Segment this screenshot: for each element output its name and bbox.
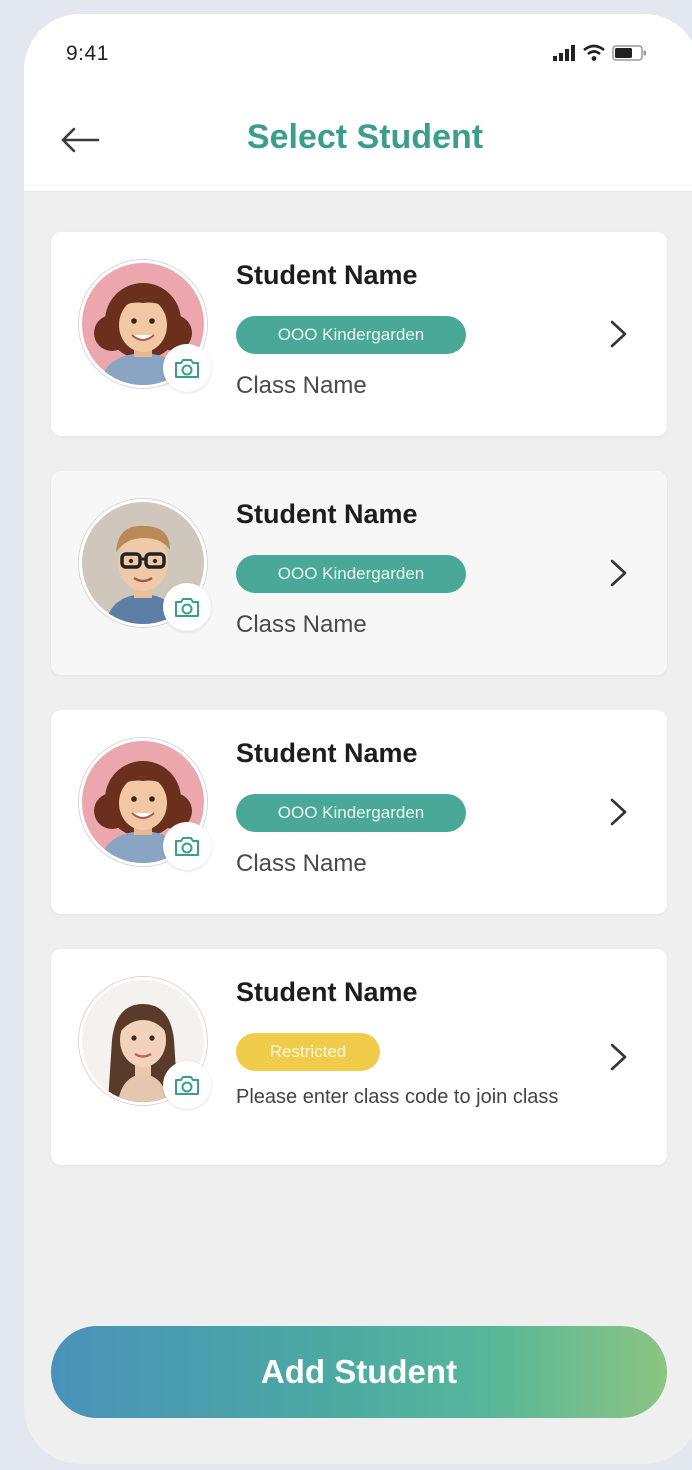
class-name: Class Name bbox=[236, 372, 367, 399]
change-photo-button[interactable] bbox=[163, 344, 211, 392]
camera-icon bbox=[175, 598, 199, 617]
battery-icon bbox=[612, 45, 646, 61]
wifi-icon bbox=[583, 44, 605, 61]
school-badge: OOO Kindergarden bbox=[236, 794, 466, 832]
signal-icon bbox=[553, 45, 575, 61]
student-card[interactable]: Student Name OOO Kindergarden Class Name bbox=[51, 232, 667, 436]
status-icons bbox=[552, 44, 648, 62]
chevron-right-icon[interactable] bbox=[607, 555, 631, 591]
student-name: Student Name bbox=[236, 738, 418, 768]
camera-icon bbox=[175, 837, 199, 856]
class-name: Class Name bbox=[236, 850, 367, 877]
student-card[interactable]: Student Name OOO Kindergarden Class Name bbox=[51, 471, 667, 675]
add-student-button[interactable]: Add Student bbox=[51, 1326, 667, 1418]
phone-frame: 9:41 Select Student Student Name OOO Kin… bbox=[24, 14, 692, 1464]
chevron-right-icon[interactable] bbox=[607, 316, 631, 352]
change-photo-button[interactable] bbox=[163, 583, 211, 631]
page-title: Select Student bbox=[246, 118, 484, 156]
student-name: Student Name bbox=[236, 977, 418, 1007]
student-card[interactable]: Student Name Restricted Please enter cla… bbox=[51, 949, 667, 1165]
camera-icon bbox=[175, 1076, 199, 1095]
status-time: 9:41 bbox=[66, 42, 109, 65]
avatar-container bbox=[79, 260, 211, 392]
student-name: Student Name bbox=[236, 260, 418, 290]
chevron-right-icon[interactable] bbox=[607, 1039, 631, 1075]
school-badge: OOO Kindergarden bbox=[236, 316, 466, 354]
school-badge: OOO Kindergarden bbox=[236, 555, 466, 593]
join-class-note: Please enter class code to join class bbox=[236, 1086, 559, 1108]
restricted-badge: Restricted bbox=[236, 1033, 380, 1071]
avatar-container bbox=[79, 738, 211, 870]
chevron-right-icon[interactable] bbox=[607, 794, 631, 830]
change-photo-button[interactable] bbox=[163, 822, 211, 870]
camera-icon bbox=[175, 359, 199, 378]
student-list: Student Name OOO Kindergarden Class Name bbox=[51, 232, 667, 1200]
student-card[interactable]: Student Name OOO Kindergarden Class Name bbox=[51, 710, 667, 914]
student-name: Student Name bbox=[236, 499, 418, 529]
class-name: Class Name bbox=[236, 611, 367, 638]
avatar-container bbox=[79, 499, 211, 631]
app-header: 9:41 Select Student bbox=[24, 14, 692, 192]
change-photo-button[interactable] bbox=[163, 1061, 211, 1109]
avatar-container bbox=[79, 977, 211, 1109]
